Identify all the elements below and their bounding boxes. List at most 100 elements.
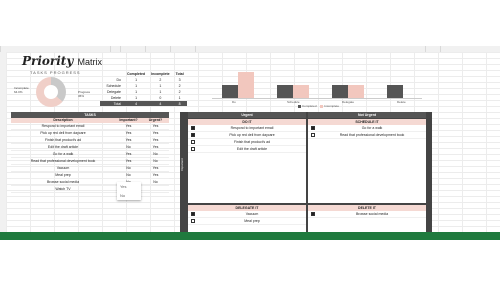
task-description[interactable]: Respond to important email	[11, 123, 115, 129]
task-row[interactable]: Meal prep No Yes	[11, 172, 169, 179]
matrix-item: Edit the draft article	[188, 146, 306, 153]
task-row[interactable]: Pick up red dell from daycare Yes Yes	[11, 130, 169, 137]
donut-label-incomplete: Incomplete 64.0%	[14, 86, 29, 94]
task-urgent-cell[interactable]: No	[142, 179, 169, 185]
task-urgent-cell[interactable]: No	[142, 158, 169, 164]
spreadsheet: Priority Matrix TASKS PROGRESS Incomplet…	[0, 0, 500, 240]
task-description[interactable]: Browse social media	[11, 179, 115, 185]
task-description[interactable]: Read that professional development book	[11, 158, 115, 164]
matrix-item-text: Edit the draft article	[236, 147, 268, 151]
chart-bar-delete-completed	[387, 85, 403, 98]
checkbox[interactable]	[311, 126, 315, 130]
task-urgent-cell[interactable]: Yes	[142, 130, 169, 136]
yes-no-dropdown[interactable]: Yes No	[117, 182, 141, 200]
task-urgent-cell[interactable]: Yes	[142, 123, 169, 129]
task-important-cell[interactable]: Yes	[115, 123, 142, 129]
matrix-side-label: Important	[180, 158, 184, 172]
chart-legend: Completed Incomplete	[295, 104, 339, 108]
legend-completed: Completed	[302, 104, 317, 108]
quadrant-schedule-it: SCHEDULE IT Go for a walk Read that prof…	[308, 119, 426, 203]
checkbox[interactable]	[311, 133, 315, 137]
quadrant-delete-it: DELETE IT Browse social media	[308, 205, 426, 232]
progress-subtitle: TASKS PROGRESS	[30, 70, 81, 75]
task-description[interactable]: Meal prep	[11, 172, 115, 178]
task-important-cell[interactable]: Yes	[115, 137, 142, 143]
page-title: Priority Matrix	[22, 54, 102, 68]
chart-x-tick: Delete	[397, 100, 406, 104]
matrix-col-urgent: Urgent	[188, 112, 306, 118]
stats-table: Completed Incomplete Total Do 1 2 3 Schedul…	[100, 71, 187, 107]
donut-label-progress: Progress 36%	[78, 90, 91, 98]
task-row[interactable]: Go for a walk Yes No	[11, 151, 169, 158]
task-description[interactable]: Watch TV	[11, 186, 115, 192]
tasks-table: Description Important? Urgent? Respond t…	[11, 118, 169, 193]
legend-incomplete: Incomplete	[324, 104, 340, 108]
matrix-item: Browse social media	[308, 211, 426, 218]
task-description[interactable]: Pick up red dell from daycare	[11, 130, 115, 136]
checkbox[interactable]	[191, 126, 195, 130]
task-row[interactable]: Browse social media No No	[11, 179, 169, 186]
task-description[interactable]: Finish that product's ad	[11, 137, 115, 143]
matrix-item-text: Vacuum	[245, 212, 259, 216]
matrix-item-text: Finish that product's ad	[233, 140, 271, 144]
matrix-item-text: Read that professional development book	[339, 133, 405, 137]
task-urgent-cell[interactable]: Yes	[142, 172, 169, 178]
checkbox[interactable]	[191, 212, 195, 216]
priority-matrix: Urgent Not Urgent DO IT Respond to impor…	[180, 112, 432, 232]
task-row[interactable]: Read that professional development book …	[11, 158, 169, 165]
task-important-cell[interactable]: No	[115, 144, 142, 150]
task-urgent-cell[interactable]: No	[142, 151, 169, 157]
task-row[interactable]: Finish that product's ad Yes Yes	[11, 137, 169, 144]
matrix-item: Finish that product's ad	[188, 139, 306, 146]
stats-total-cell[interactable]: 8	[172, 100, 187, 107]
task-row[interactable]: Vacuum No Yes	[11, 165, 169, 172]
matrix-item-text: Meal prep	[244, 219, 260, 223]
checkbox[interactable]	[191, 219, 195, 223]
task-important-cell[interactable]: Yes	[115, 130, 142, 136]
chart-bar-do-incomplete	[238, 72, 254, 98]
task-row[interactable]: Watch TV	[11, 186, 169, 193]
stats-total-cell[interactable]: 4	[124, 100, 149, 107]
task-important-cell[interactable]: No	[115, 172, 142, 178]
task-row[interactable]: Respond to important email Yes Yes	[11, 123, 169, 130]
chart-x-tick: Do	[232, 100, 236, 104]
checkbox[interactable]	[311, 212, 315, 216]
matrix-item: Meal prep	[188, 218, 306, 225]
dropdown-option-yes[interactable]: Yes	[117, 182, 141, 191]
task-urgent-cell[interactable]: Yes	[142, 144, 169, 150]
task-urgent-cell[interactable]	[142, 186, 169, 192]
chart-bar-schedule-incomplete	[293, 85, 309, 98]
chart-bar-do-completed	[222, 85, 238, 98]
task-row[interactable]: Edit the draft article No Yes	[11, 144, 169, 151]
dropdown-option-no[interactable]: No	[117, 191, 141, 200]
task-description[interactable]: Vacuum	[11, 165, 115, 171]
task-important-cell[interactable]: No	[115, 165, 142, 171]
chart-bar-delegate-completed	[332, 85, 348, 98]
task-important-cell[interactable]: Yes	[115, 151, 142, 157]
matrix-item: Vacuum	[188, 211, 306, 218]
bottom-status-bar	[0, 232, 500, 240]
task-urgent-cell[interactable]: Yes	[142, 137, 169, 143]
chart-baseline	[212, 98, 422, 99]
matrix-item: Go for a walk	[308, 125, 426, 132]
stats-total-cell[interactable]: 4	[148, 100, 173, 107]
matrix-item-text: Pick up red dell from daycare	[229, 133, 275, 137]
matrix-item-text: Respond to important email	[230, 126, 274, 130]
matrix-item: Pick up red dell from daycare	[188, 132, 306, 139]
quadrant-do-it: DO IT Respond to important email Pick up…	[188, 119, 306, 203]
quadrant-delegate-it: DELEGATE IT Vacuum Meal prep	[188, 205, 306, 232]
matrix-col-not-urgent: Not Urgent	[308, 112, 426, 118]
checkbox[interactable]	[191, 147, 195, 151]
chart-x-tick: Delegate	[342, 100, 355, 104]
task-description[interactable]: Go for a walk	[11, 151, 115, 157]
checkbox[interactable]	[191, 133, 195, 137]
progress-donut-chart	[36, 77, 66, 107]
checkbox[interactable]	[191, 140, 195, 144]
matrix-item: Respond to important email	[188, 125, 306, 132]
task-important-cell[interactable]: Yes	[115, 158, 142, 164]
matrix-item: Read that professional development book	[308, 132, 426, 139]
chart-bar-delegate-incomplete	[348, 85, 364, 98]
task-description[interactable]: Edit the draft article	[11, 144, 115, 150]
task-urgent-cell[interactable]: Yes	[142, 165, 169, 171]
chart-bar-schedule-completed	[277, 85, 293, 98]
